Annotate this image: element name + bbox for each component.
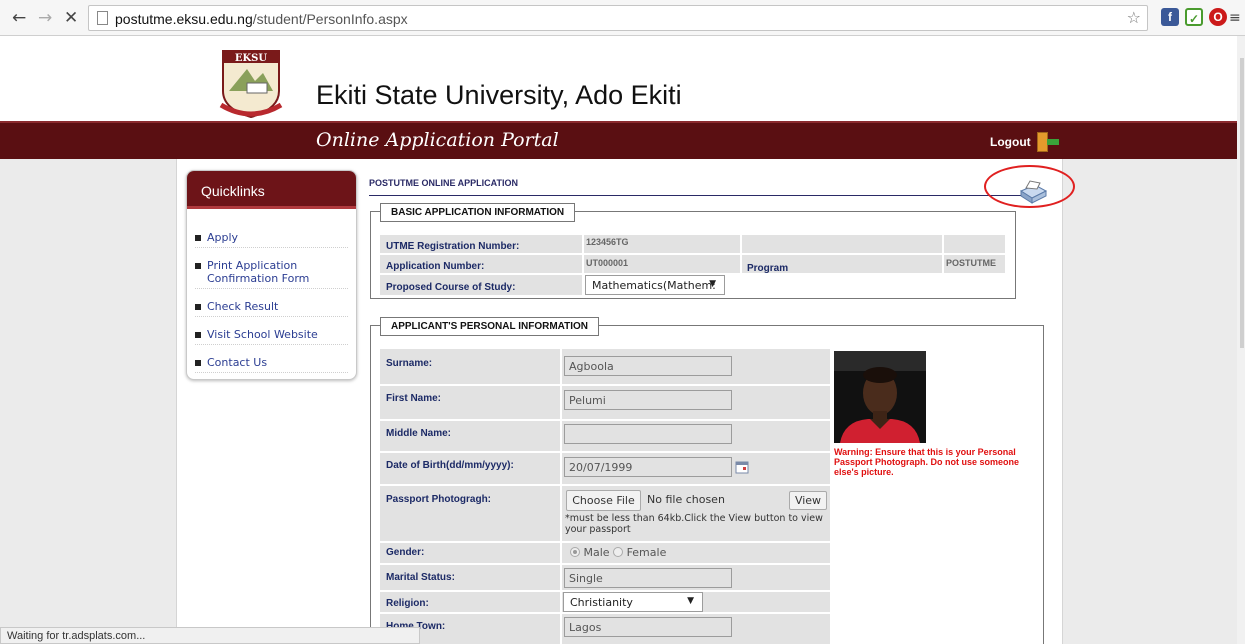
gender-male-radio[interactable]: [570, 547, 580, 557]
bullet-icon: [195, 263, 201, 269]
page-icon: [97, 11, 108, 25]
religion-select[interactable]: Christianity ▼: [563, 592, 703, 612]
exit-door-icon: [1036, 132, 1059, 152]
bullet-icon: [195, 360, 201, 366]
highlight-circle: [984, 165, 1075, 208]
dob-label: Date of Birth(dd/mm/yyyy):: [386, 460, 514, 471]
dob-field[interactable]: 20/07/1999: [564, 457, 732, 477]
basic-info-legend: BASIC APPLICATION INFORMATION: [380, 203, 576, 222]
course-label: Proposed Course of Study:: [386, 282, 516, 293]
bullet-icon: [195, 235, 201, 241]
sidebar-item-print-confirmation[interactable]: Print Application Confirmation Form: [195, 255, 348, 289]
sidebar-item-label[interactable]: Print Application Confirmation Form: [207, 259, 348, 285]
bullet-icon: [195, 332, 201, 338]
dropdown-arrow-icon: ▼: [687, 596, 694, 606]
passport-note: *must be less than 64kb.Click the View b…: [565, 513, 823, 535]
bullet-icon: [195, 304, 201, 310]
religion-label: Religion:: [386, 598, 429, 609]
surname-field[interactable]: Agboola: [564, 356, 732, 376]
portal-title: Online Application Portal: [316, 129, 559, 151]
table-cell: [742, 235, 942, 253]
application-number-label: Application Number:: [386, 261, 485, 272]
table-cell: [944, 235, 1005, 253]
applicant-photo-image: [834, 351, 926, 443]
gender-female-radio[interactable]: [613, 547, 624, 557]
marital-status-field[interactable]: Single: [564, 568, 732, 588]
choose-file-button[interactable]: Choose File: [566, 490, 641, 511]
sidebar-item-contact-us[interactable]: Contact Us: [195, 352, 348, 373]
passport-photo: [834, 351, 926, 443]
browser-toolbar: ← → ✕ postutme.eksu.edu.ng/student/Perso…: [0, 0, 1245, 36]
passport-label: Passport Photogragh:: [386, 494, 492, 505]
gender-radio-group: Male Female: [570, 546, 666, 559]
no-file-text: No file chosen: [647, 493, 725, 506]
first-name-label: First Name:: [386, 393, 442, 404]
utme-number-value: 123456TG: [586, 237, 629, 247]
utme-number-label: UTME Registration Number:: [386, 241, 520, 252]
middle-name-field[interactable]: [564, 424, 732, 444]
course-select-value: Mathematics(Mathem:: [592, 279, 716, 292]
logout-button[interactable]: Logout: [990, 132, 1059, 152]
religion-select-value: Christianity: [570, 596, 633, 609]
sidebar-item-label[interactable]: Contact Us: [207, 356, 267, 369]
program-label: Program: [747, 263, 789, 274]
university-name: Ekiti State University, Ado Ekiti: [316, 80, 682, 110]
section-title: POSTUTME ONLINE APPLICATION: [369, 178, 519, 188]
course-select[interactable]: Mathematics(Mathem: ▼: [585, 275, 725, 295]
title-divider: [369, 195, 1045, 196]
scrollbar-thumb[interactable]: [1240, 58, 1244, 348]
gender-male-label[interactable]: Male: [584, 546, 610, 559]
svg-text:EKSU: EKSU: [235, 53, 268, 64]
menu-icon[interactable]: ≡: [1229, 8, 1241, 28]
sidebar-item-apply[interactable]: Apply: [195, 227, 348, 248]
logout-label: Logout: [990, 135, 1031, 149]
bookmark-star-icon[interactable]: ☆: [1127, 8, 1141, 27]
stop-icon[interactable]: ✕: [64, 8, 78, 28]
sidebar-item-school-website[interactable]: Visit School Website: [195, 324, 348, 345]
sidebar-item-check-result[interactable]: Check Result: [195, 296, 348, 317]
back-icon[interactable]: ←: [12, 8, 26, 28]
calendar-icon[interactable]: [735, 460, 749, 474]
dropdown-arrow-icon: ▼: [709, 279, 716, 289]
home-town-field[interactable]: Lagos: [564, 617, 732, 637]
opera-icon[interactable]: O: [1209, 8, 1227, 26]
personal-info-legend: APPLICANT'S PERSONAL INFORMATION: [380, 317, 600, 336]
sidebar-item-label[interactable]: Check Result: [207, 300, 278, 313]
middle-name-label: Middle Name:: [386, 428, 452, 439]
university-logo: EKSU: [219, 50, 283, 119]
marital-status-label: Marital Status:: [386, 572, 455, 583]
surname-label: Surname:: [386, 358, 433, 369]
url-text: postutme.eksu.edu.ng/student/PersonInfo.…: [115, 11, 408, 27]
passport-warning: Warning: Ensure that this is your Person…: [834, 447, 1020, 477]
quicklinks-panel: Quicklinks Apply Print Application Confi…: [186, 170, 357, 380]
gender-female-label[interactable]: Female: [627, 546, 667, 559]
sidebar-item-label[interactable]: Visit School Website: [207, 328, 318, 341]
forward-icon[interactable]: →: [38, 8, 52, 28]
address-bar[interactable]: postutme.eksu.edu.ng/student/PersonInfo.…: [88, 5, 1148, 31]
quicklinks-title: Quicklinks: [187, 171, 356, 209]
sidebar-item-label[interactable]: Apply: [207, 231, 238, 244]
facebook-icon[interactable]: f: [1161, 8, 1179, 26]
gender-label: Gender:: [386, 547, 425, 558]
shield-check-icon[interactable]: ✓: [1185, 8, 1203, 26]
program-value: POSTUTME: [946, 258, 997, 268]
status-bar: Waiting for tr.adsplats.com...: [0, 627, 420, 644]
application-number-value: UT000001: [586, 258, 629, 268]
first-name-field[interactable]: Pelumi: [564, 390, 732, 410]
view-button[interactable]: View: [789, 491, 827, 510]
